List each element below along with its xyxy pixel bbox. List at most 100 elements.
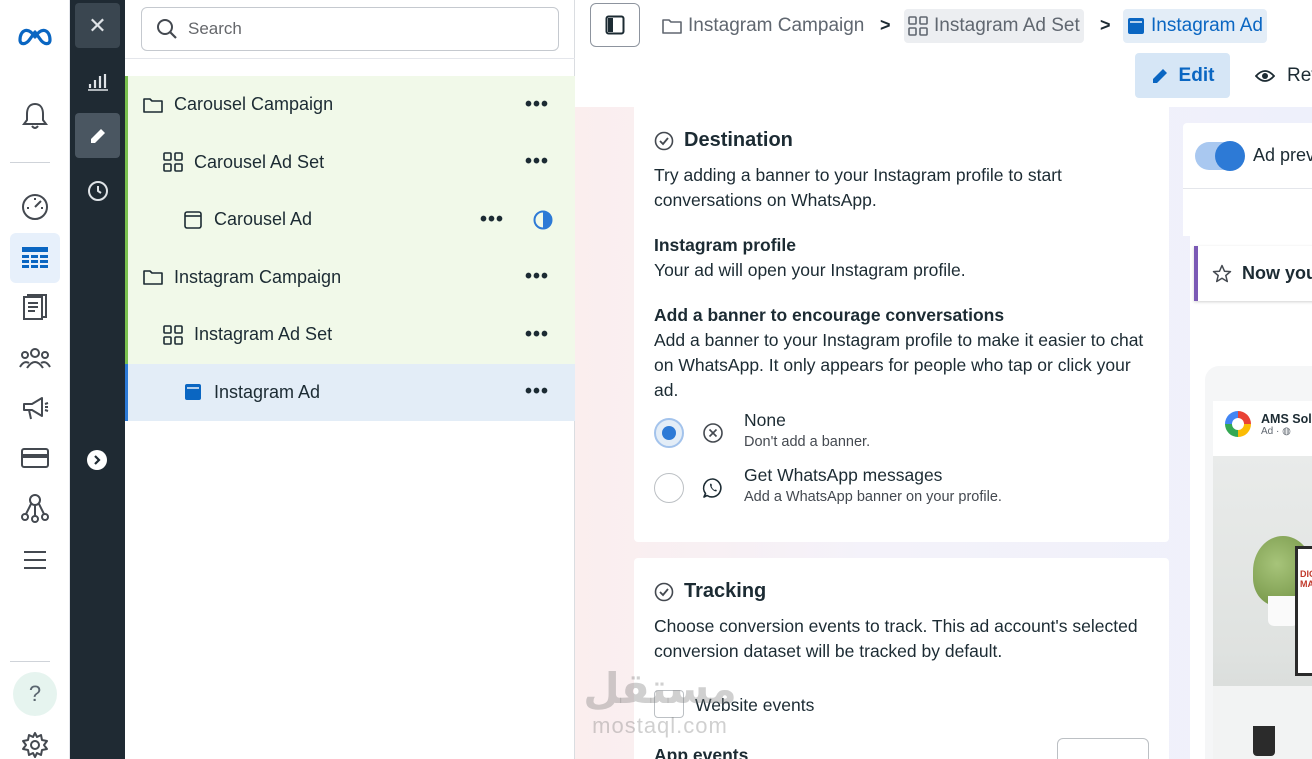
close-editor-button[interactable]: ✕ xyxy=(75,3,120,48)
option-none-subtitle: Don't add a banner. xyxy=(744,434,871,450)
tree-row-label: Instagram Ad Set xyxy=(194,324,333,345)
tree-row-instagram-ad[interactable]: Instagram Ad ••• xyxy=(125,363,575,421)
tree-row-instagram-campaign[interactable]: Instagram Campaign ••• xyxy=(125,248,575,306)
breadcrumb-ad-label: Instagram Ad xyxy=(1151,15,1263,36)
adset-grid-icon xyxy=(162,324,184,346)
settings-gear-icon[interactable] xyxy=(10,720,60,759)
option-whatsapp-title: Get WhatsApp messages xyxy=(744,465,943,485)
search-icon xyxy=(156,18,178,40)
more-options-icon[interactable]: ••• xyxy=(525,266,549,289)
breadcrumb-chevron-icon: > xyxy=(1100,15,1111,35)
tree-row-carousel-campaign[interactable]: Carousel Campaign ••• xyxy=(125,76,575,134)
breadcrumb-adset-label: Instagram Ad Set xyxy=(934,15,1080,36)
history-clock-icon[interactable] xyxy=(75,168,120,213)
website-events-checkbox[interactable] xyxy=(654,690,684,718)
tree-row-instagram-ad-set[interactable]: Instagram Ad Set ••• xyxy=(125,306,575,364)
breadcrumb-adset[interactable]: Instagram Ad Set xyxy=(904,9,1084,43)
tracking-title: Tracking xyxy=(684,580,767,602)
status-half-circle-icon xyxy=(533,210,553,230)
banner-heading: Add a banner to encourage conversations xyxy=(654,305,1005,325)
ads-manager-table-icon[interactable] xyxy=(10,233,60,283)
meta-logo-icon[interactable] xyxy=(10,10,60,60)
review-label: Rev xyxy=(1287,64,1312,86)
notifications-bell-icon[interactable] xyxy=(10,91,60,141)
rail-divider-bottom xyxy=(10,661,50,662)
editor-main: Instagram Campaign > Instagram Ad Set > … xyxy=(575,0,1312,759)
performance-gauge-icon[interactable] xyxy=(10,182,60,232)
expand-chevron-icon[interactable] xyxy=(87,450,107,470)
pot-image xyxy=(1268,596,1298,626)
edit-button[interactable]: Edit xyxy=(1135,53,1230,98)
audiences-icon[interactable] xyxy=(10,333,60,383)
editor-topbar: Instagram Campaign > Instagram Ad Set > … xyxy=(575,0,1312,107)
search-box[interactable] xyxy=(141,7,559,51)
review-button[interactable]: Rev xyxy=(1255,53,1312,98)
chart-icon[interactable] xyxy=(75,58,120,103)
breadcrumb-campaign[interactable]: Instagram Campaign xyxy=(658,9,868,43)
ad-creative-image: DIGITA MARKETI xyxy=(1213,456,1312,759)
preview-info-banner: Now you xyxy=(1194,246,1312,301)
help-icon[interactable]: ? xyxy=(13,672,57,716)
breadcrumb-campaign-label: Instagram Campaign xyxy=(688,15,865,36)
breadcrumb-ad[interactable]: Instagram Ad xyxy=(1123,9,1267,43)
pages-icon[interactable] xyxy=(10,283,60,333)
tree-row-label: Instagram Ad xyxy=(214,381,321,402)
rail-divider xyxy=(10,162,50,163)
radio-whatsapp[interactable] xyxy=(654,473,684,503)
business-tools-icon[interactable] xyxy=(10,483,60,533)
tree-row-label: Carousel Ad xyxy=(214,209,313,230)
option-whatsapp-text: Get WhatsApp messages Add a WhatsApp ban… xyxy=(744,465,1144,505)
banner-option-none[interactable]: None Don't add a banner. xyxy=(654,410,870,450)
x-circle-icon xyxy=(702,422,724,444)
breadcrumb-chevron-icon: > xyxy=(880,15,891,35)
whatsapp-icon xyxy=(702,477,724,499)
banner-text: Add a banner to your Instagram profile t… xyxy=(654,330,1144,400)
ad-preview-label: Ad prev xyxy=(1253,145,1312,165)
pencil-icon xyxy=(1151,67,1169,85)
more-options-icon[interactable]: ••• xyxy=(480,208,504,231)
eye-icon xyxy=(1255,69,1275,83)
banner-option-whatsapp[interactable]: Get WhatsApp messages Add a WhatsApp ban… xyxy=(654,465,1002,505)
tree-row-label: Instagram Campaign xyxy=(174,266,342,287)
destination-title: Destination xyxy=(684,129,793,151)
search-input[interactable] xyxy=(188,19,548,39)
more-options-icon[interactable]: ••• xyxy=(525,93,549,116)
menu-icon[interactable] xyxy=(10,535,60,585)
folder-icon xyxy=(142,94,164,116)
preview-toolbar xyxy=(1183,188,1312,236)
app-events-setup-button[interactable] xyxy=(1057,738,1149,759)
ad-icon xyxy=(182,209,204,231)
edit-pencil-icon[interactable] xyxy=(75,113,120,158)
ad-icon-selected xyxy=(182,381,204,403)
global-nav-rail: ? xyxy=(0,0,70,759)
ad-preview-header: Ad prev xyxy=(1183,123,1312,188)
advertiser-name: AMS Solu xyxy=(1261,411,1312,426)
more-options-icon[interactable]: ••• xyxy=(525,323,549,346)
more-options-icon[interactable]: ••• xyxy=(525,151,549,174)
mug-image xyxy=(1253,726,1275,756)
destination-card: Destination Try adding a banner to your … xyxy=(634,107,1169,542)
website-events-label: Website events xyxy=(695,695,815,715)
ad-preview-toggle[interactable] xyxy=(1195,140,1245,171)
sidebar-toggle-icon xyxy=(605,15,625,35)
adset-grid-icon xyxy=(162,151,184,173)
instagram-profile-text: Your ad will open your Instagram profile… xyxy=(654,260,966,280)
advertiser-logo xyxy=(1225,411,1251,437)
tree-row-carousel-ad-set[interactable]: Carousel Ad Set ••• xyxy=(125,133,575,191)
edit-label: Edit xyxy=(1178,64,1215,86)
advertiser-row: AMS Solu Ad · ◍ xyxy=(1225,411,1312,437)
ad-icon xyxy=(1127,17,1145,35)
toggle-panel-button[interactable] xyxy=(590,3,640,47)
radio-none[interactable] xyxy=(654,418,684,448)
more-options-icon[interactable]: ••• xyxy=(525,381,549,404)
tree-list: Carousel Campaign ••• Carousel Ad Set ••… xyxy=(125,76,575,421)
monitor-image: DIGITA MARKETI xyxy=(1295,546,1312,676)
tree-row-carousel-ad[interactable]: Carousel Ad ••• xyxy=(125,191,575,249)
star-icon xyxy=(1212,264,1232,284)
preview-area: Now you AMS Solu Ad · ◍ DIGITA MARKETI xyxy=(1190,236,1312,759)
phone-preview-frame: AMS Solu Ad · ◍ DIGITA MARKETI xyxy=(1205,366,1312,759)
sponsored-label: Ad · ◍ xyxy=(1261,425,1291,437)
campaign-megaphone-icon[interactable] xyxy=(10,383,60,433)
billing-card-icon[interactable] xyxy=(10,433,60,483)
tracking-card: Tracking Choose conversion events to tra… xyxy=(634,558,1169,759)
